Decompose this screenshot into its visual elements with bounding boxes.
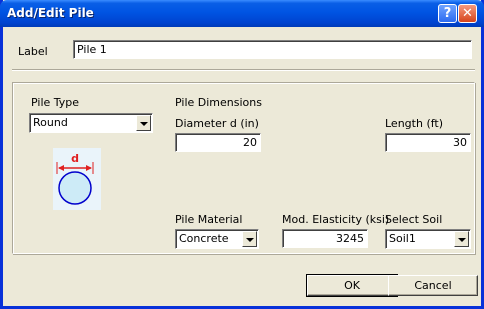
diameter-input[interactable]: 20 (175, 133, 261, 152)
pile-type-select[interactable]: Round (29, 113, 153, 133)
title-bar[interactable]: Add/Edit Pile ? ✕ (0, 0, 484, 27)
pile-material-label: Pile Material (175, 213, 243, 226)
chevron-down-icon[interactable] (242, 231, 257, 247)
dialog-title: Add/Edit Pile (7, 6, 94, 20)
close-button[interactable]: ✕ (458, 4, 477, 23)
pile-material-value: Concrete (179, 232, 229, 245)
ok-button[interactable]: OK (306, 274, 398, 297)
add-edit-pile-dialog: Add/Edit Pile ? ✕ Label Pile 1 Pile Type… (0, 0, 484, 309)
pile-material-select[interactable]: Concrete (175, 229, 259, 249)
diameter-label: Diameter d (in) (175, 117, 259, 130)
length-label: Length (ft) (385, 117, 444, 130)
pile-cross-section (58, 171, 92, 205)
pile-type-value: Round (33, 116, 68, 129)
help-button[interactable]: ? (438, 4, 457, 23)
select-soil-label: Select Soil (385, 213, 443, 226)
separator (12, 69, 475, 71)
label-input[interactable]: Pile 1 (73, 40, 472, 59)
select-soil-select[interactable]: Soil1 (385, 229, 471, 249)
pile-type-label: Pile Type (31, 96, 80, 109)
mod-elasticity-input[interactable]: 3245 (282, 229, 368, 248)
dimension-label: d (71, 152, 79, 165)
cancel-button[interactable]: Cancel (388, 275, 478, 296)
label-field-label: Label (18, 45, 48, 58)
chevron-down-icon[interactable] (454, 231, 469, 247)
select-soil-value: Soil1 (389, 232, 416, 245)
chevron-down-icon[interactable] (136, 115, 151, 131)
length-input[interactable]: 30 (385, 133, 471, 152)
round-pile-diagram: d (53, 148, 101, 210)
mod-elasticity-label: Mod. Elasticity (ksi) (282, 213, 390, 226)
pile-dimensions-heading: Pile Dimensions (175, 96, 262, 109)
